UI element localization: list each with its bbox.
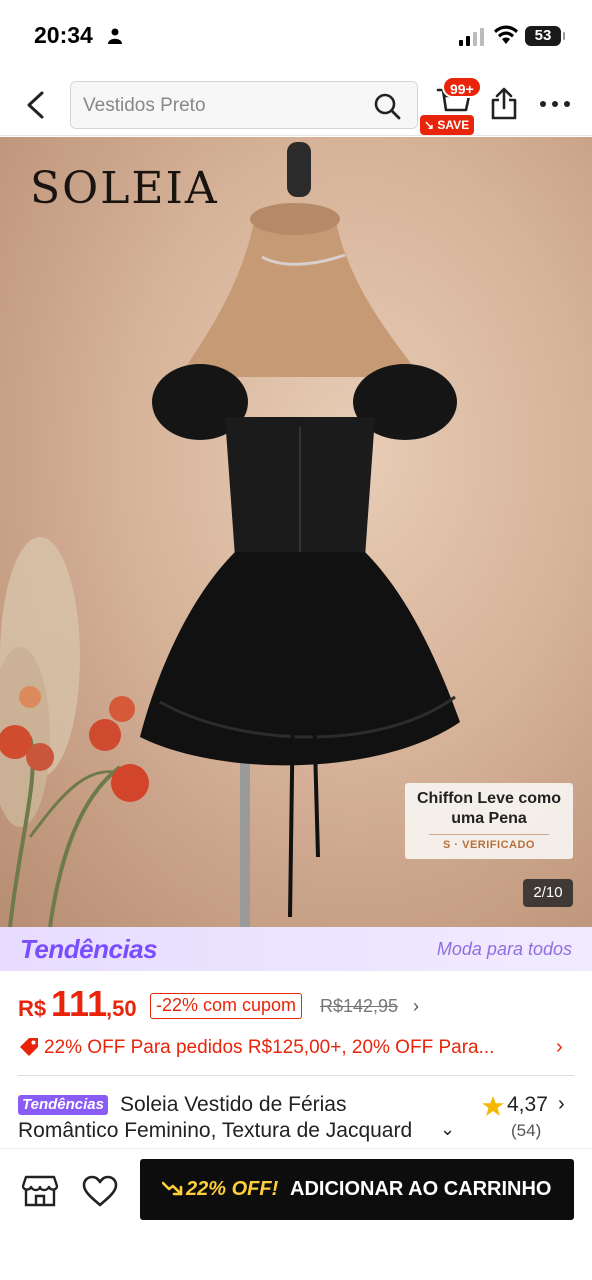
chevron-right-icon[interactable]: ›: [413, 996, 419, 1017]
person-icon: [108, 28, 122, 44]
price-integer: 111: [51, 983, 108, 1024]
share-icon[interactable]: [490, 86, 518, 120]
review-count: (54): [511, 1121, 542, 1140]
status-time: 20:34: [34, 22, 93, 48]
price-currency: R$: [18, 996, 47, 1021]
product-title-row[interactable]: Tendências Soleia Vestido de Férias Româ…: [0, 1090, 592, 1146]
rating-value[interactable]: 4,37: [507, 1093, 548, 1117]
status-bar: 20:34 53: [0, 0, 592, 72]
feature-card-title: Chiffon Leve como uma Pena: [416, 790, 561, 827]
wifi-icon: [494, 25, 518, 44]
search-icon[interactable]: [373, 92, 401, 120]
save-badge: ↘ SAVE: [420, 115, 475, 135]
trends-logo: Tendências: [20, 934, 158, 964]
image-counter: 2/10: [523, 879, 573, 907]
price-row: R$ 111 ,50 -22% com cupom R$142,95 ›: [0, 978, 592, 1034]
more-options-icon[interactable]: [540, 101, 572, 109]
trends-tagline: Moda para todos: [436, 939, 572, 959]
star-icon: [482, 1096, 504, 1116]
search-bar[interactable]: Vestidos Preto: [70, 81, 418, 129]
signal-icon: [459, 26, 487, 46]
feature-card-divider: [429, 834, 549, 835]
feature-card-verified: S · VERIFICADO: [443, 839, 535, 851]
product-title-line2: Romântico Feminino, Textura de Jacquard: [18, 1119, 413, 1142]
promo-text: 22% OFF Para pedidos R$125,00+, 20% OFF …: [44, 1037, 495, 1058]
search-placeholder: Vestidos Preto: [83, 95, 206, 116]
heart-icon[interactable]: [82, 1175, 118, 1207]
coupon-badge: -22% com cupom: [150, 993, 303, 1019]
chevron-right-icon[interactable]: ›: [558, 1093, 565, 1116]
promo-row[interactable]: 22% OFF Para pedidos R$125,00+, 20% OFF …: [0, 1034, 592, 1064]
original-price[interactable]: R$142,95: [320, 996, 398, 1017]
price-decimal: ,50: [106, 996, 137, 1021]
divider: [18, 1075, 574, 1076]
product-image[interactable]: SOLEIA Chiffon Leve como uma Pena S · VE…: [0, 137, 592, 927]
add-to-cart-label: ADICIONAR AO CARRINHO: [290, 1178, 552, 1200]
bottom-action-bar: 22% OFF! ADICIONAR AO CARRINHO: [0, 1148, 592, 1280]
trend-down-icon: ↘: [424, 118, 435, 132]
top-nav: Vestidos Preto 99+ ↘ SAVE: [0, 72, 592, 136]
trends-badge: Tendências: [18, 1095, 108, 1115]
chevron-right-icon[interactable]: ›: [556, 1036, 563, 1059]
trends-banner[interactable]: Tendências Moda para todos: [0, 927, 592, 971]
save-badge-label: SAVE: [437, 118, 470, 132]
discount-label: 22% OFF!: [186, 1178, 279, 1200]
feature-card: Chiffon Leve como uma Pena S · VERIFICAD…: [405, 783, 573, 859]
back-arrow-icon[interactable]: [22, 90, 50, 120]
battery-icon: 53: [525, 26, 565, 46]
add-to-cart-button[interactable]: 22% OFF! ADICIONAR AO CARRINHO: [140, 1159, 574, 1220]
price-tag-icon: [20, 1038, 38, 1056]
brand-logo: SOLEIA: [30, 163, 219, 214]
cart-count-badge: 99+: [442, 76, 482, 98]
product-title-line1: Soleia Vestido de Férias: [120, 1093, 347, 1116]
trend-down-icon: [162, 1181, 183, 1196]
store-icon[interactable]: [22, 1175, 58, 1207]
chevron-down-icon[interactable]: ⌄: [440, 1119, 455, 1140]
